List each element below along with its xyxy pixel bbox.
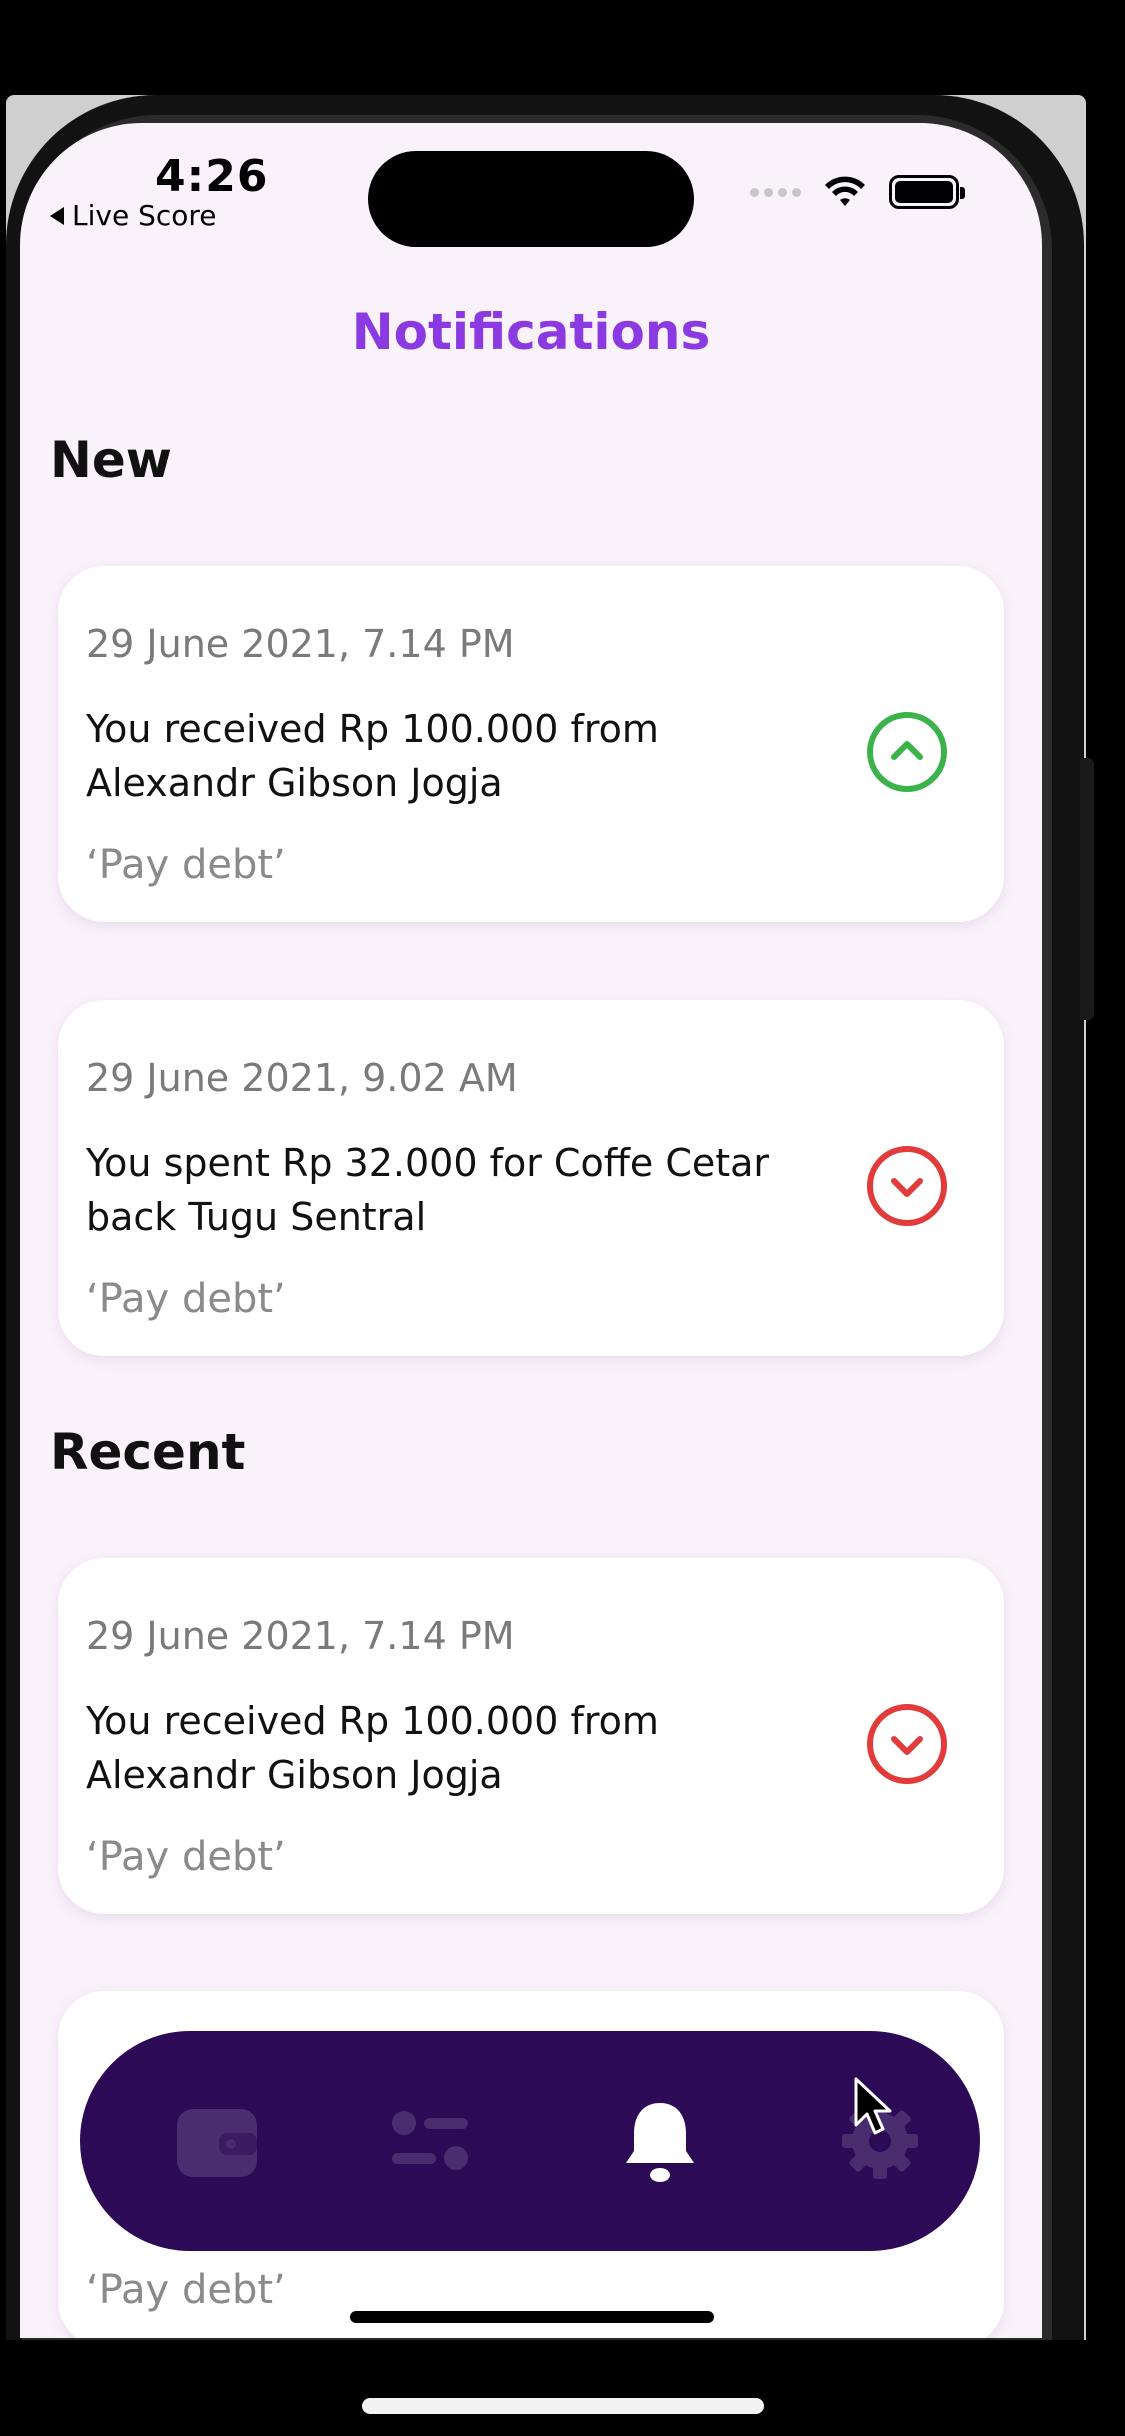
notification-note: ‘Pay debt’ bbox=[86, 1276, 286, 1322]
wifi-icon bbox=[825, 176, 865, 206]
back-to-app-link[interactable]: Live Score bbox=[50, 199, 217, 232]
wallet-icon bbox=[177, 2109, 257, 2177]
back-app-label: Live Score bbox=[72, 199, 217, 232]
nav-wallet[interactable] bbox=[167, 2091, 267, 2191]
app-screen: 4:26 Live Score Notifications New 29 Jun… bbox=[20, 123, 1042, 2338]
notification-card[interactable]: 29 June 2021, 7.14 PM You received Rp 10… bbox=[58, 1558, 1004, 1914]
notification-card[interactable]: 29 June 2021, 9.02 AM You spent Rp 32.00… bbox=[58, 1000, 1004, 1356]
section-title-new: New bbox=[50, 431, 172, 489]
simulator-home-bar bbox=[362, 2398, 764, 2414]
home-indicator bbox=[350, 2311, 714, 2323]
notification-date: 29 June 2021, 7.14 PM bbox=[86, 622, 515, 666]
chevron-up-circle-icon[interactable] bbox=[866, 711, 948, 793]
notification-message: You spent Rp 32.000 for Coffe Cetar back… bbox=[86, 1141, 770, 1239]
back-arrow-icon bbox=[50, 206, 64, 225]
status-icons bbox=[750, 175, 965, 209]
notification-message: You received Rp 100.000 from Alexandr Gi… bbox=[86, 1699, 659, 1797]
sliders-icon bbox=[392, 2111, 468, 2170]
dynamic-island bbox=[368, 151, 694, 247]
mouse-cursor-icon bbox=[854, 2077, 892, 2135]
status-time: 4:26 bbox=[155, 151, 269, 202]
notification-date: 29 June 2021, 9.02 AM bbox=[86, 1056, 518, 1100]
battery-icon bbox=[889, 175, 965, 209]
notification-note: ‘Pay debt’ bbox=[86, 2267, 286, 2313]
notification-card[interactable]: 29 June 2021, 7.14 PM You received Rp 10… bbox=[58, 566, 1004, 922]
device-side-button bbox=[1080, 758, 1094, 1020]
section-title-recent: Recent bbox=[50, 1423, 246, 1481]
signal-icon bbox=[750, 187, 801, 197]
notification-note: ‘Pay debt’ bbox=[86, 1834, 286, 1880]
bottom-navigation bbox=[80, 2031, 980, 2251]
notification-message: You received Rp 100.000 from Alexandr Gi… bbox=[86, 707, 659, 805]
notification-date: 29 June 2021, 7.14 PM bbox=[86, 1614, 515, 1658]
nav-notifications[interactable] bbox=[610, 2091, 710, 2191]
page-title: Notifications bbox=[351, 303, 711, 361]
chevron-down-circle-icon[interactable] bbox=[866, 1145, 948, 1227]
chevron-down-circle-icon[interactable] bbox=[866, 1703, 948, 1785]
notification-note: ‘Pay debt’ bbox=[86, 842, 286, 888]
nav-filters[interactable] bbox=[380, 2091, 480, 2191]
bell-icon bbox=[626, 2103, 694, 2182]
